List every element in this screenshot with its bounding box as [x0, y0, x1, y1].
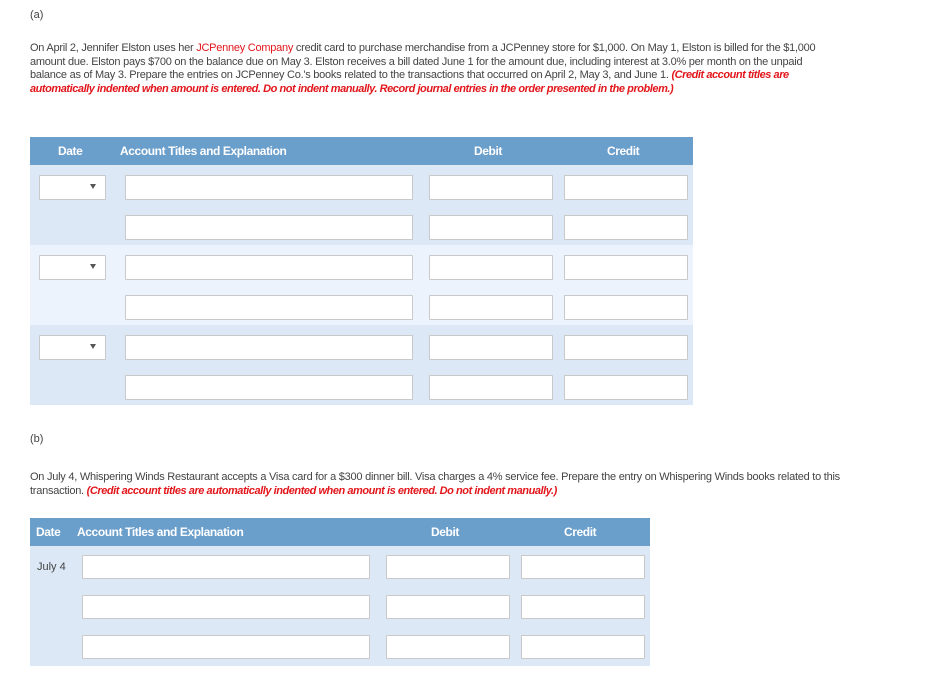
debit-field-wrapper	[429, 175, 553, 200]
credit-field-wrapper	[521, 595, 645, 619]
table-header: Date Account Titles and Explanation Debi…	[30, 518, 650, 546]
entry-date: July 4	[37, 561, 66, 573]
debit-amount-input[interactable]	[430, 256, 552, 279]
header-credit: Credit	[564, 525, 597, 539]
debit-amount-input[interactable]	[387, 556, 509, 578]
debit-amount-input[interactable]	[430, 176, 552, 199]
header-date: Date	[36, 525, 61, 539]
credit-field-wrapper	[564, 215, 688, 240]
journal-table-a: Date Account Titles and Explanation Debi…	[30, 137, 693, 405]
credit-field-wrapper	[564, 175, 688, 200]
part-b-instruction-note: (Credit account titles are automatically…	[86, 484, 558, 497]
part-b-problem-text: On July 4, Whispering Winds Restaurant a…	[30, 471, 840, 498]
credit-amount-input[interactable]	[522, 596, 644, 618]
debit-field-wrapper	[386, 635, 510, 659]
debit-amount-input[interactable]	[387, 636, 509, 658]
part-a-label: (a)	[30, 9, 44, 21]
credit-amount-input[interactable]	[565, 376, 687, 399]
credit-field-wrapper	[564, 375, 688, 400]
header-account-titles: Account Titles and Explanation	[77, 525, 244, 539]
dropdown-arrow-icon	[90, 184, 96, 189]
account-field-wrapper	[125, 255, 413, 280]
account-field-wrapper	[82, 635, 370, 659]
account-field-wrapper	[82, 595, 370, 619]
credit-amount-input[interactable]	[565, 336, 687, 359]
credit-field-wrapper	[521, 555, 645, 579]
credit-amount-input[interactable]	[522, 556, 644, 578]
credit-field-wrapper	[564, 335, 688, 360]
credit-amount-input[interactable]	[565, 256, 687, 279]
account-field-wrapper	[125, 335, 413, 360]
credit-field-wrapper	[564, 255, 688, 280]
part-a-problem-text: On April 2, Jennifer Elston uses her JCP…	[30, 42, 840, 96]
account-field-wrapper	[125, 215, 413, 240]
journal-entry-group	[30, 325, 693, 405]
header-debit: Debit	[431, 525, 460, 539]
debit-field-wrapper	[429, 215, 553, 240]
journal-entry-group	[30, 245, 693, 325]
date-select[interactable]	[39, 255, 106, 280]
header-date: Date	[58, 144, 83, 158]
credit-field-wrapper	[564, 295, 688, 320]
debit-amount-input[interactable]	[430, 336, 552, 359]
journal-entry-group: July 4	[30, 546, 650, 666]
table-header: Date Account Titles and Explanation Debi…	[30, 137, 693, 165]
journal-table-b: Date Account Titles and Explanation Debi…	[30, 518, 650, 666]
account-title-input[interactable]	[126, 256, 412, 279]
debit-field-wrapper	[386, 595, 510, 619]
account-field-wrapper	[125, 295, 413, 320]
header-credit: Credit	[607, 144, 640, 158]
header-account-titles: Account Titles and Explanation	[120, 144, 287, 158]
part-b-label: (b)	[30, 433, 44, 445]
account-title-input[interactable]	[126, 216, 412, 239]
debit-field-wrapper	[386, 555, 510, 579]
debit-amount-input[interactable]	[430, 376, 552, 399]
credit-amount-input[interactable]	[565, 296, 687, 319]
header-debit: Debit	[474, 144, 503, 158]
account-title-input[interactable]	[126, 336, 412, 359]
part-a-text-start: On April 2, Jennifer Elston uses her	[30, 42, 197, 54]
account-title-input[interactable]	[83, 636, 369, 658]
dropdown-arrow-icon	[90, 264, 96, 269]
account-field-wrapper	[125, 375, 413, 400]
credit-amount-input[interactable]	[522, 636, 644, 658]
debit-amount-input[interactable]	[387, 596, 509, 618]
debit-amount-input[interactable]	[430, 216, 552, 239]
debit-amount-input[interactable]	[430, 296, 552, 319]
account-title-input[interactable]	[126, 296, 412, 319]
dropdown-arrow-icon	[90, 344, 96, 349]
credit-field-wrapper	[521, 635, 645, 659]
account-title-input[interactable]	[83, 596, 369, 618]
account-field-wrapper	[125, 175, 413, 200]
account-title-input[interactable]	[126, 376, 412, 399]
debit-field-wrapper	[429, 335, 553, 360]
date-select[interactable]	[39, 335, 106, 360]
journal-entry-group	[30, 165, 693, 245]
debit-field-wrapper	[429, 375, 553, 400]
debit-field-wrapper	[429, 295, 553, 320]
account-title-input[interactable]	[126, 176, 412, 199]
date-select[interactable]	[39, 175, 106, 200]
account-field-wrapper	[82, 555, 370, 579]
credit-amount-input[interactable]	[565, 216, 687, 239]
company-name: JCPenney Company	[196, 42, 294, 54]
account-title-input[interactable]	[83, 556, 369, 578]
credit-amount-input[interactable]	[565, 176, 687, 199]
debit-field-wrapper	[429, 255, 553, 280]
